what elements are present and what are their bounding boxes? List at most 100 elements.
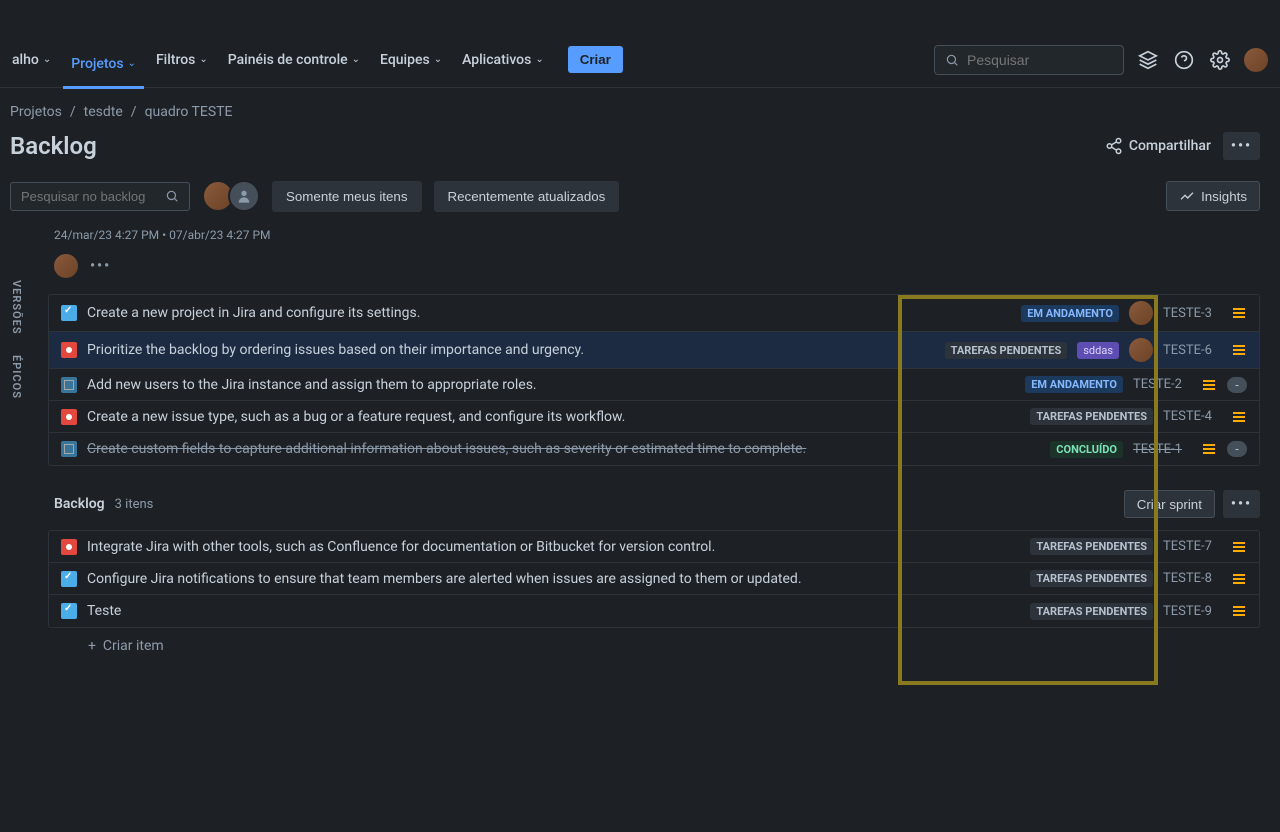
nav-item-truncated[interactable]: alho⌄ xyxy=(12,44,59,76)
issue-row[interactable]: Configure Jira notifications to ensure t… xyxy=(49,563,1259,595)
backlog-section-header: Backlog 3 itens Criar sprint ••• xyxy=(54,490,1260,518)
side-tab-versoes[interactable]: VERSÕES xyxy=(10,280,23,335)
issue-row[interactable]: Add new users to the Jira instance and a… xyxy=(49,369,1259,401)
chevron-down-icon: ⌄ xyxy=(352,54,360,65)
share-icon xyxy=(1105,137,1123,155)
issue-key[interactable]: TESTE-1 xyxy=(1133,442,1193,457)
status-badge[interactable]: TAREFAS PENDENTES xyxy=(1030,603,1153,620)
header-actions: Compartilhar ••• xyxy=(1105,132,1260,160)
backlog-search-input[interactable] xyxy=(21,189,165,204)
help-icon[interactable] xyxy=(1172,48,1196,72)
breadcrumb-item[interactable]: tesdte xyxy=(84,104,123,120)
issue-key[interactable]: TESTE-7 xyxy=(1163,539,1223,554)
issue-key[interactable]: TESTE-2 xyxy=(1133,377,1193,392)
unassigned-avatar[interactable] xyxy=(228,180,260,212)
settings-icon[interactable] xyxy=(1208,48,1232,72)
issue-key[interactable]: TESTE-6 xyxy=(1163,343,1223,358)
sprint-dates: 24/mar/23 4:27 PM • 07/abr/23 4:27 PM xyxy=(54,228,1260,242)
issue-row[interactable]: Create a new project in Jira and configu… xyxy=(49,295,1259,332)
breadcrumb-item[interactable]: quadro TESTE xyxy=(145,104,233,120)
backlog-more-button[interactable]: ••• xyxy=(1223,490,1260,518)
status-badge[interactable]: TAREFAS PENDENTES xyxy=(945,342,1068,359)
more-button[interactable]: ••• xyxy=(1223,132,1260,160)
subtask-icon xyxy=(61,441,77,457)
issue-row[interactable]: Integrate Jira with other tools, such as… xyxy=(49,531,1259,563)
assignee-avatar[interactable] xyxy=(1129,338,1153,362)
priority-medium-icon xyxy=(1203,378,1217,392)
nav-item-projetos[interactable]: Projetos⌄ xyxy=(63,48,144,89)
issue-key[interactable]: TESTE-4 xyxy=(1163,409,1223,424)
subtask-icon xyxy=(61,377,77,393)
breadcrumb-item[interactable]: Projetos xyxy=(10,104,62,120)
priority-medium-icon xyxy=(1233,306,1247,320)
my-items-filter[interactable]: Somente meus itens xyxy=(272,181,422,212)
status-badge[interactable]: TAREFAS PENDENTES xyxy=(1030,538,1153,555)
nav-item-filtros[interactable]: Filtros⌄ xyxy=(148,44,216,76)
status-badge[interactable]: CONCLUÍDO xyxy=(1050,441,1123,458)
assignee-filter[interactable] xyxy=(202,180,260,212)
priority-medium-icon xyxy=(1233,604,1247,618)
create-item-link[interactable]: + Criar item xyxy=(48,628,1260,654)
task-icon xyxy=(61,603,77,619)
backlog-title: Backlog xyxy=(54,496,105,512)
recent-filter[interactable]: Recentemente atualizados xyxy=(434,181,620,212)
bug-icon xyxy=(61,409,77,425)
side-tabs: VERSÕES ÉPICOS xyxy=(10,280,23,398)
side-tab-epicos[interactable]: ÉPICOS xyxy=(10,355,23,399)
backlog-search[interactable] xyxy=(10,182,190,211)
priority-medium-icon xyxy=(1233,540,1247,554)
issue-key[interactable]: TESTE-3 xyxy=(1163,306,1223,321)
avatar[interactable] xyxy=(54,254,78,278)
issue-row[interactable]: Teste TAREFAS PENDENTES TESTE-9 xyxy=(49,595,1259,627)
issue-summary: Integrate Jira with other tools, such as… xyxy=(87,539,1020,555)
main-area: 24/mar/23 4:27 PM • 07/abr/23 4:27 PM ••… xyxy=(48,228,1260,654)
assignee-avatar[interactable] xyxy=(1129,301,1153,325)
nav-right xyxy=(934,45,1268,75)
issue-summary: Teste xyxy=(87,603,1020,619)
chevron-down-icon: ⌄ xyxy=(434,54,442,65)
page-title: Backlog xyxy=(10,132,97,160)
backlog-actions: Criar sprint ••• xyxy=(1124,490,1260,518)
status-badge[interactable]: EM ANDAMENTO xyxy=(1021,305,1119,322)
nav-item-aplicativos[interactable]: Aplicativos⌄ xyxy=(454,44,552,76)
nav-item-paineis[interactable]: Painéis de controle⌄ xyxy=(220,44,368,76)
backlog-issue-list: Integrate Jira with other tools, such as… xyxy=(48,530,1260,628)
create-button[interactable]: Criar xyxy=(568,46,623,73)
sprint-avatars: ••• xyxy=(54,254,1260,278)
issue-key[interactable]: TESTE-9 xyxy=(1163,604,1223,619)
priority-medium-icon xyxy=(1233,410,1247,424)
bug-icon xyxy=(61,342,77,358)
backlog-count: 3 itens xyxy=(115,497,154,512)
issue-row[interactable]: Prioritize the backlog by ordering issue… xyxy=(49,332,1259,369)
issue-summary: Create custom fields to capture addition… xyxy=(87,441,1040,457)
priority-medium-icon xyxy=(1203,442,1217,456)
estimate-badge: - xyxy=(1227,441,1247,457)
share-button[interactable]: Compartilhar xyxy=(1105,137,1211,155)
chevron-down-icon: ⌄ xyxy=(128,58,136,69)
insights-label: Insights xyxy=(1201,189,1247,204)
search-input[interactable] xyxy=(967,52,1113,68)
status-badge[interactable]: TAREFAS PENDENTES xyxy=(1030,570,1153,587)
global-search[interactable] xyxy=(934,45,1124,75)
issue-summary: Create a new issue type, such as a bug o… xyxy=(87,409,1020,425)
issue-row[interactable]: Create a new issue type, such as a bug o… xyxy=(49,401,1259,433)
search-icon xyxy=(165,189,179,203)
create-sprint-button[interactable]: Criar sprint xyxy=(1124,490,1215,518)
issue-summary: Add new users to the Jira instance and a… xyxy=(87,377,1015,393)
content-area: Projetos/ tesdte/ quadro TESTE Backlog C… xyxy=(0,88,1280,654)
priority-medium-icon xyxy=(1233,572,1247,586)
bug-icon xyxy=(61,539,77,555)
notifications-icon[interactable] xyxy=(1136,48,1160,72)
issue-key[interactable]: TESTE-8 xyxy=(1163,571,1223,586)
status-badge[interactable]: EM ANDAMENTO xyxy=(1025,376,1123,393)
share-label: Compartilhar xyxy=(1129,138,1211,154)
issue-summary: Configure Jira notifications to ensure t… xyxy=(87,571,1020,587)
page-header: Backlog Compartilhar ••• xyxy=(10,132,1260,160)
insights-button[interactable]: Insights xyxy=(1166,181,1260,211)
estimate-badge: - xyxy=(1227,377,1247,393)
issue-row[interactable]: Create custom fields to capture addition… xyxy=(49,433,1259,465)
sprint-more-button[interactable]: ••• xyxy=(90,258,111,274)
user-avatar[interactable] xyxy=(1244,48,1268,72)
status-badge[interactable]: TAREFAS PENDENTES xyxy=(1030,408,1153,425)
nav-item-equipes[interactable]: Equipes⌄ xyxy=(372,44,450,76)
